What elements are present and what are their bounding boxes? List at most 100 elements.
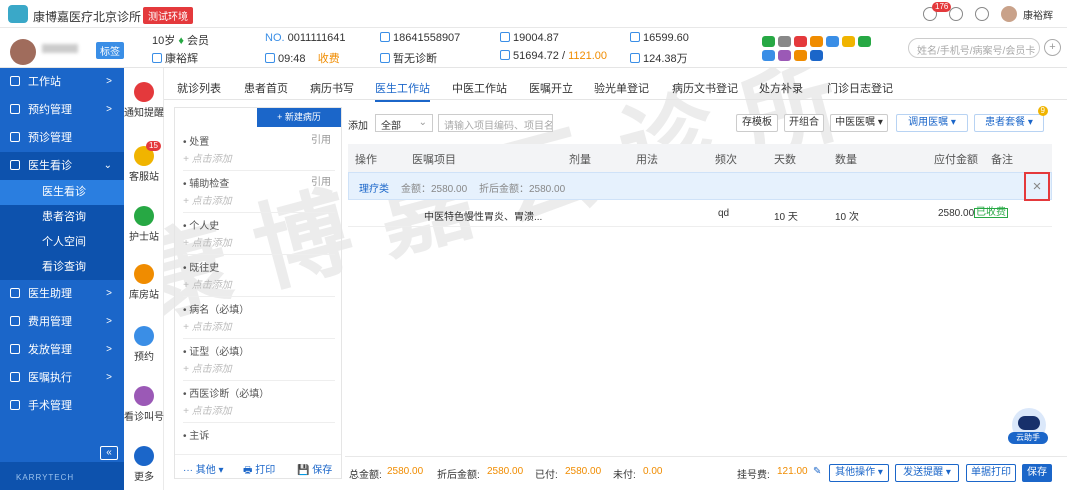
patient-bar: 标签 10岁 ♦ 会员 康裕辉 NO. 0011111641 09:48 收费 … bbox=[0, 28, 1067, 68]
tab-doctor-station[interactable]: 医生工作站 bbox=[375, 80, 430, 102]
user-name[interactable]: 康裕辉 bbox=[1023, 7, 1053, 22]
quick-more[interactable]: 更多 bbox=[124, 446, 164, 483]
sidebar: 工作站 > 预约管理 > 预诊管理 医生看诊 ⌄ 医生看诊 患者咨询 个人空间 看诊查… bbox=[0, 68, 124, 490]
tab-clinic-log[interactable]: 门诊日志登记 bbox=[827, 80, 893, 96]
bell-icon[interactable]: 176 bbox=[923, 2, 952, 21]
sidebar-item-triage[interactable]: 预诊管理 bbox=[0, 124, 124, 152]
quick-nurse[interactable]: 护士站 bbox=[124, 206, 164, 243]
total-amount: 2580.00 bbox=[387, 466, 424, 477]
tab-patient-home[interactable]: 患者首页 bbox=[244, 80, 288, 96]
reg-fee: 121.00 bbox=[777, 466, 808, 477]
print-bill-button[interactable]: 单据打印 bbox=[966, 464, 1016, 482]
sidebar-item-execute[interactable]: 医嘱执行 > bbox=[0, 364, 124, 392]
quick-booking[interactable]: 预约 bbox=[124, 326, 164, 363]
shield-tool-icon[interactable] bbox=[826, 36, 839, 47]
camera-tool-icon[interactable] bbox=[858, 36, 871, 47]
tab-visit-list[interactable]: 就诊列表 bbox=[177, 80, 221, 96]
load-order-button[interactable]: 调用医嘱 ▾ bbox=[896, 114, 968, 132]
sidebar-item-fee[interactable]: 费用管理 > bbox=[0, 308, 124, 336]
section-syndrome[interactable]: • 证型（必填） + 点击添加 bbox=[183, 339, 335, 381]
sidebar-sub-query[interactable]: 看诊查询 bbox=[0, 255, 124, 280]
tab-documents[interactable]: 病历文书登记 bbox=[672, 80, 738, 96]
gift-icon bbox=[630, 32, 640, 42]
package-badge: 9 bbox=[1037, 106, 1048, 116]
triage-icon bbox=[10, 132, 20, 142]
quick-notify[interactable]: 通知提醒 bbox=[124, 82, 164, 119]
item-search-input[interactable]: 请输入项目编码、项目名 bbox=[438, 114, 553, 132]
section-western-dx[interactable]: • 西医诊断（必填） + 点击添加 bbox=[183, 381, 335, 423]
record-more-button[interactable]: ··· 其他 ▾ bbox=[183, 461, 224, 476]
category-select[interactable]: 全部 ⌄ bbox=[375, 114, 433, 132]
add-label: 添加 bbox=[348, 121, 368, 132]
patient-avatar bbox=[10, 39, 36, 65]
tab-tcm-station[interactable]: 中医工作站 bbox=[452, 80, 507, 96]
sidebar-sub-inquiry[interactable]: 患者咨询 bbox=[0, 205, 124, 230]
tab-orders[interactable]: 医嘱开立 bbox=[529, 80, 573, 96]
new-record-button[interactable]: + 新建病历 bbox=[257, 108, 341, 127]
section-past-history[interactable]: • 既往史 + 点击添加 bbox=[183, 255, 335, 297]
user-avatar[interactable] bbox=[1001, 6, 1017, 22]
quick-service[interactable]: 15 客服站 bbox=[124, 141, 164, 183]
save-template-button[interactable]: 存模板 bbox=[736, 114, 778, 132]
tcm-order-button[interactable]: 中医医嘱 ▾ bbox=[830, 114, 888, 132]
quick-store[interactable]: 库房站 bbox=[124, 264, 164, 301]
coupon-tool-icon[interactable] bbox=[810, 36, 823, 47]
sidebar-item-workstation[interactable]: 工作站 > bbox=[0, 68, 124, 96]
quick-call[interactable]: 看诊叫号 bbox=[124, 386, 164, 423]
assistant-icon bbox=[10, 288, 20, 298]
record-save-button[interactable]: 💾 保存 bbox=[297, 461, 332, 476]
add-patient-icon[interactable]: + bbox=[1044, 39, 1061, 56]
record-print-button[interactable]: 🖶 打印 bbox=[243, 461, 275, 480]
medical-record-panel: + 新建病历 • 处置 引用 + 点击添加 • 辅助检查 引用 + 点击添加 • 个人史… bbox=[174, 107, 342, 479]
bulb-tool-icon[interactable] bbox=[778, 50, 791, 61]
sidebar-item-surgery[interactable]: 手术管理 bbox=[0, 392, 124, 420]
sidebar-item-doctor[interactable]: 医生看诊 ⌄ bbox=[0, 152, 124, 180]
paid-tag: 已收费 bbox=[974, 207, 1008, 218]
tag-tool-icon[interactable] bbox=[794, 50, 807, 61]
record-footer: ··· 其他 ▾ 🖶 打印 💾 保存 bbox=[175, 454, 341, 478]
section-disease-name[interactable]: • 病名（必填） + 点击添加 bbox=[183, 297, 335, 339]
category-row[interactable]: 理疗类 金额：2580.00 折后金额：2580.00 bbox=[348, 172, 1052, 200]
sidebar-sub-personal[interactable]: 个人空间 bbox=[0, 230, 124, 255]
collapse-sidebar-button[interactable]: « bbox=[100, 446, 118, 460]
sidebar-item-dispense[interactable]: 发放管理 > bbox=[0, 336, 124, 364]
paid-amount: 2580.00 bbox=[565, 466, 602, 477]
patient-age: 10岁 ♦ 会员 bbox=[152, 35, 209, 47]
call-icon bbox=[134, 386, 154, 406]
more-icon bbox=[134, 446, 154, 466]
section-aux-exam[interactable]: • 辅助检查 引用 + 点击添加 bbox=[183, 171, 335, 213]
top-bar: 康博嘉医疗北京诊所 测试环境 176 康裕辉 bbox=[0, 0, 1067, 28]
combo-button[interactable]: 开组合 bbox=[784, 114, 824, 132]
gift-tool-icon[interactable] bbox=[842, 36, 855, 47]
unpaid-amount: 0.00 bbox=[643, 466, 663, 477]
delete-category-button[interactable]: × bbox=[1024, 172, 1050, 201]
doc-tool-icon[interactable] bbox=[778, 36, 791, 47]
service-badge: 15 bbox=[146, 141, 161, 151]
tab-prescription[interactable]: 处方补录 bbox=[759, 80, 803, 96]
assistant-label[interactable]: 云助手 bbox=[1008, 432, 1048, 444]
sidebar-sub-consult[interactable]: 医生看诊 bbox=[0, 180, 124, 205]
section-personal-history[interactable]: • 个人史 + 点击添加 bbox=[183, 213, 335, 255]
table-row[interactable]: 中医特色慢性胃炎、胃溃... qd 10 天 10 次 2580.00 已收费 bbox=[348, 201, 1052, 227]
edit-icon[interactable]: ✎ bbox=[813, 466, 821, 477]
image-tool-icon[interactable] bbox=[810, 50, 823, 61]
global-search-input[interactable]: 姓名/手机号/病案号/会员卡 bbox=[908, 38, 1040, 58]
chart-tool-icon[interactable] bbox=[762, 50, 775, 61]
bell-icon bbox=[134, 82, 154, 102]
home-icon[interactable] bbox=[949, 7, 963, 21]
other-actions-button[interactable]: 其他操作 ▾ bbox=[829, 464, 889, 482]
send-reminder-button[interactable]: 发送提醒 ▾ bbox=[895, 464, 959, 482]
order-toolbar: 添加 全部 ⌄ 请输入项目编码、项目名 存模板 开组合 中医医嘱 ▾ 调用医嘱 ▾… bbox=[348, 106, 1060, 134]
patient-package-button[interactable]: 患者套餐 ▾ 9 bbox=[974, 106, 1048, 132]
rx-tool-icon[interactable] bbox=[794, 36, 807, 47]
help-icon[interactable] bbox=[975, 7, 989, 21]
sidebar-item-assistant[interactable]: 医生助理 > bbox=[0, 280, 124, 308]
tab-optometry[interactable]: 验光单登记 bbox=[594, 80, 649, 96]
section-treatment[interactable]: • 处置 引用 + 点击添加 bbox=[183, 129, 335, 171]
sidebar-item-appointment[interactable]: 预约管理 > bbox=[0, 96, 124, 124]
save-button[interactable]: 保存 bbox=[1022, 464, 1052, 482]
patient-diagnosis: 暂无诊断 bbox=[380, 50, 437, 66]
chat-tool-icon[interactable] bbox=[762, 36, 775, 47]
patient-tag-button[interactable]: 标签 bbox=[96, 42, 124, 59]
tab-record-write[interactable]: 病历书写 bbox=[310, 80, 354, 96]
